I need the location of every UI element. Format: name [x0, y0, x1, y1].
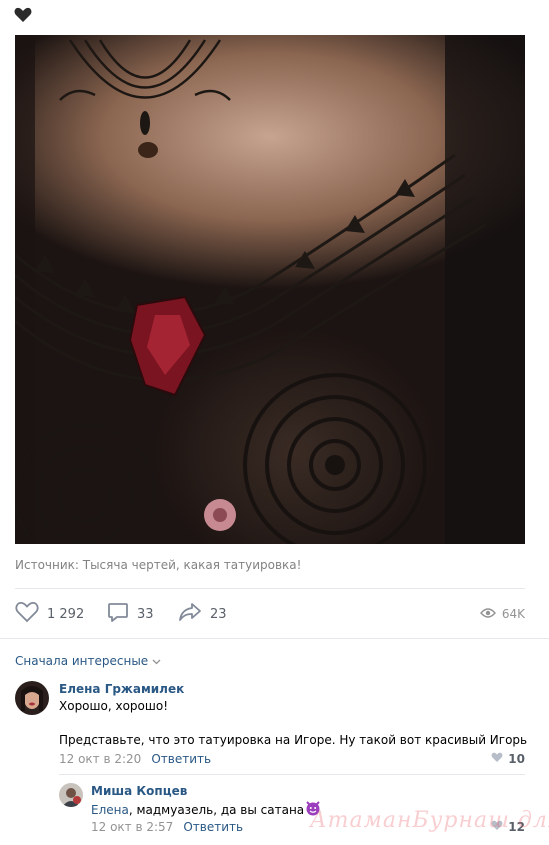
- reply-button[interactable]: Ответить: [183, 820, 243, 834]
- share-icon: [178, 601, 210, 627]
- comment-text: Хорошо, хорошо!: [59, 699, 169, 713]
- comment-text: Представьте, что это татуировка на Игоре…: [59, 733, 528, 747]
- like-button[interactable]: 1 292: [15, 602, 84, 626]
- comment-date[interactable]: 12 окт в 2:57: [91, 820, 173, 834]
- comment-button[interactable]: 33: [107, 602, 154, 626]
- comment-icon: [107, 601, 137, 627]
- heart-icon: [14, 7, 32, 23]
- eye-icon: [479, 607, 502, 622]
- comment-meta: 12 окт в 2:20 Ответить: [59, 752, 211, 766]
- comments-sort-label: Сначала интересные: [15, 654, 149, 668]
- comment-text-body: , мадмуазель, да вы сатана: [128, 803, 305, 817]
- heart-outline-icon: [15, 601, 47, 627]
- avatar[interactable]: [15, 681, 49, 715]
- views-counter: 64K: [479, 602, 525, 626]
- heart-icon: [491, 752, 508, 766]
- comment-like-count: 10: [508, 752, 525, 766]
- comment-date[interactable]: 12 окт в 2:20: [59, 752, 141, 766]
- comment-author[interactable]: Миша Копцев: [91, 784, 187, 798]
- divider: [0, 638, 549, 639]
- post-source[interactable]: Источник: Тысяча чертей, какая татуировк…: [15, 558, 301, 572]
- like-count: 1 292: [47, 606, 85, 622]
- mention-link[interactable]: Елена: [91, 802, 129, 819]
- divider: [59, 774, 525, 775]
- comment-text: Елена, мадмуазель, да вы сатана: [91, 800, 321, 821]
- views-count: 64K: [501, 607, 525, 621]
- comments-sort-dropdown[interactable]: Сначала интересные: [15, 654, 161, 668]
- share-button[interactable]: 23: [178, 602, 227, 626]
- watermark: АтаманБурнаш для ЯП: [310, 808, 549, 833]
- post-image[interactable]: [15, 35, 525, 544]
- avatar[interactable]: [59, 783, 83, 807]
- chevron-down-icon: [152, 654, 161, 668]
- comment-like-button[interactable]: 10: [491, 752, 525, 766]
- reply-button[interactable]: Ответить: [151, 752, 211, 766]
- comment-author[interactable]: Елена Гржамилек: [59, 682, 184, 696]
- share-count: 23: [210, 606, 227, 622]
- comment-count: 33: [137, 606, 154, 622]
- divider: [15, 588, 525, 589]
- comment-meta: 12 окт в 2:57 Ответить: [91, 820, 243, 834]
